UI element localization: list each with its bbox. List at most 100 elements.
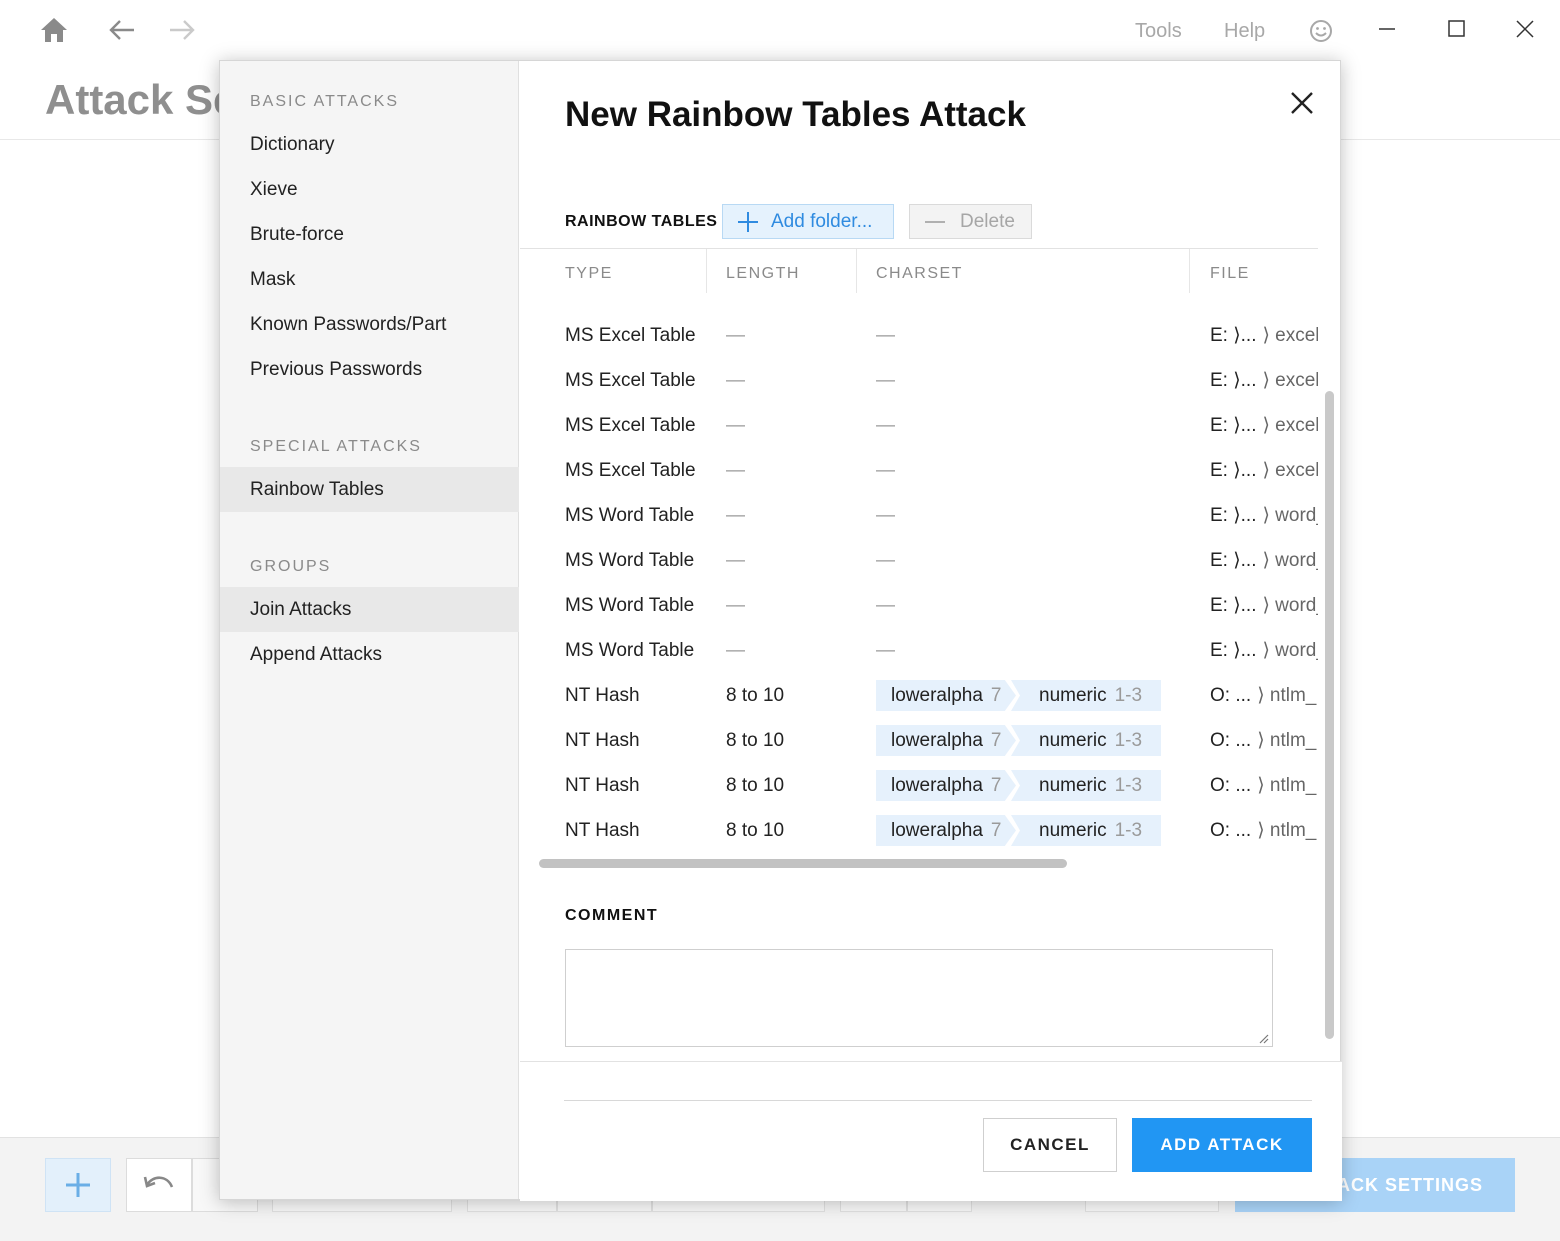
column-header-charset[interactable]: CHARSET (876, 265, 963, 283)
cell-file: O: ... ⟩ ntlm_ (1210, 763, 1318, 808)
cell-length: — (726, 639, 745, 661)
charset-count: 7 (990, 819, 1002, 841)
cell-length: 8 to 10 (726, 729, 785, 751)
sidebar-item-brute-force[interactable]: Brute-force (220, 212, 519, 257)
column-header-type[interactable]: TYPE (565, 265, 613, 283)
cell-type: NT Hash (565, 684, 640, 706)
cell-type: MS Word Table (565, 549, 695, 571)
file-name: ⟩ word_ (1262, 595, 1318, 616)
file-drive: E: ⟩... (1210, 460, 1257, 481)
sidebar-item-mask[interactable]: Mask (220, 257, 519, 302)
sidebar-item-dictionary[interactable]: Dictionary (220, 122, 519, 167)
charset-chip: loweralpha 7 (876, 725, 1016, 756)
delete-button[interactable]: Delete (909, 204, 1032, 239)
menu-tools[interactable]: Tools (1135, 20, 1182, 43)
file-drive: O: ... (1210, 684, 1252, 706)
add-folder-button[interactable]: Add folder... (722, 204, 894, 239)
charset-name: loweralpha (891, 729, 983, 751)
window-close-icon[interactable] (1510, 14, 1540, 44)
charset-name: numeric (1039, 819, 1107, 841)
plus-icon (66, 1173, 90, 1197)
cell-length: 8 to 10 (726, 774, 785, 796)
add-attack-button[interactable]: ADD ATTACK (1132, 1118, 1312, 1172)
charset-chip: numeric 1-3 (1011, 815, 1161, 846)
smiley-icon[interactable] (1308, 18, 1334, 44)
cell-length: — (726, 414, 745, 436)
file-drive: E: ⟩... (1210, 595, 1257, 616)
sidebar-item-join-attacks[interactable]: Join Attacks (220, 587, 519, 632)
sidebar-item-xieve[interactable]: Xieve (220, 167, 519, 212)
column-divider[interactable] (1189, 249, 1190, 293)
table-row[interactable]: MS Word Table — — E: ⟩...⟩ word_ (520, 583, 1318, 628)
file-name: ⟩ ntlm_ (1257, 820, 1317, 841)
close-icon[interactable] (1284, 85, 1320, 121)
cell-file: O: ... ⟩ ntlm_ (1210, 808, 1318, 853)
cell-length: 8 to 10 (726, 819, 785, 841)
cell-type: MS Excel Table (565, 324, 696, 346)
table-row[interactable]: MS Excel Table — — E: ⟩...⟩ excel_ (520, 313, 1318, 358)
vertical-scrollbar[interactable] (1325, 391, 1334, 1039)
cell-file: E: ⟩...⟩ excel_ (1210, 358, 1318, 403)
add-folder-label: Add folder... (771, 210, 873, 232)
dialog-content: New Rainbow Tables Attack RAINBOW TABLES… (520, 61, 1342, 1201)
basic-attacks-heading: BASIC ATTACKS (250, 93, 399, 110)
cell-charset: — (876, 414, 895, 436)
plus-icon (738, 211, 758, 232)
arrow-left-icon[interactable] (104, 12, 140, 48)
table-row[interactable]: MS Excel Table — — E: ⟩...⟩ excel_ (520, 448, 1318, 493)
table-row[interactable]: NT Hash 8 to 10 loweralpha 7 numeric 1-3 O: ..… (520, 673, 1318, 718)
charset-count: 1-3 (1114, 729, 1143, 751)
file-drive: E: ⟩... (1210, 550, 1257, 571)
sidebar-item-rainbow-tables[interactable]: Rainbow Tables (220, 467, 519, 512)
undo-button[interactable] (126, 1158, 192, 1212)
menu-help[interactable]: Help (1224, 20, 1265, 43)
cell-file: E: ⟩...⟩ word_ (1210, 493, 1318, 538)
file-name: ⟩ excel_ (1262, 370, 1318, 391)
table-row[interactable]: NT Hash 8 to 10 loweralpha 7 numeric 1-3 O: ..… (520, 808, 1318, 853)
new-attack-dialog: BASIC ATTACKS Dictionary Xieve Brute-for… (219, 60, 1342, 1201)
cell-length: — (726, 549, 745, 571)
cell-file: E: ⟩...⟩ word_ (1210, 628, 1318, 673)
cell-charset: — (876, 324, 895, 346)
column-header-file[interactable]: FILE (1210, 265, 1250, 283)
cell-type: MS Excel Table (565, 369, 696, 391)
table-row[interactable]: MS Excel Table — — E: ⟩...⟩ excel_ (520, 358, 1318, 403)
file-drive: E: ⟩... (1210, 415, 1257, 436)
cell-file: O: ... ⟩ ntlm_ (1210, 673, 1318, 718)
maximize-icon[interactable] (1441, 14, 1471, 44)
table-row[interactable]: MS Word Table — — E: ⟩...⟩ word_ (520, 628, 1318, 673)
sidebar-item-known-passwords[interactable]: Known Passwords/Part (220, 302, 519, 347)
cell-file: E: ⟩...⟩ word_ (1210, 538, 1318, 583)
table-row[interactable]: NT Hash 8 to 10 loweralpha 7 numeric 1-3 O: ..… (520, 763, 1318, 808)
column-header-length[interactable]: LENGTH (726, 265, 800, 283)
sidebar-item-previous-passwords[interactable]: Previous Passwords (220, 347, 519, 392)
cell-charset: loweralpha 7 numeric 1-3 (876, 808, 1161, 853)
cell-length: — (726, 504, 745, 526)
home-icon[interactable] (36, 12, 72, 48)
cell-length: — (726, 324, 745, 346)
minimize-icon[interactable] (1372, 14, 1402, 44)
file-drive: E: ⟩... (1210, 325, 1257, 346)
table-row[interactable]: MS Excel Table — — E: ⟩...⟩ excel_ (520, 403, 1318, 448)
horizontal-scrollbar[interactable] (539, 859, 1067, 868)
cell-type: NT Hash (565, 819, 640, 841)
table-row[interactable]: NT Hash 8 to 10 loweralpha 7 numeric 1-3 O: ..… (520, 718, 1318, 763)
dialog-footer: CANCEL ADD ATTACK (520, 1061, 1342, 1201)
cell-type: MS Excel Table (565, 414, 696, 436)
resize-grip-icon[interactable] (1257, 1031, 1269, 1044)
comment-textarea[interactable] (565, 949, 1273, 1047)
cancel-button[interactable]: CANCEL (983, 1118, 1117, 1172)
sidebar-item-append-attacks[interactable]: Append Attacks (220, 632, 519, 677)
file-drive: E: ⟩... (1210, 505, 1257, 526)
table-row[interactable]: MS Word Table — — E: ⟩...⟩ word_ (520, 538, 1318, 583)
charset-name: loweralpha (891, 774, 983, 796)
cell-type: MS Word Table (565, 504, 695, 526)
table-row[interactable]: MS Word Table — — E: ⟩...⟩ word_ (520, 493, 1318, 538)
charset-count: 1-3 (1114, 819, 1143, 841)
file-name: ⟩ ntlm_ (1257, 685, 1317, 706)
column-divider[interactable] (706, 249, 707, 293)
column-divider[interactable] (856, 249, 857, 293)
arrow-right-icon[interactable] (164, 12, 200, 48)
add-button[interactable] (45, 1158, 111, 1212)
minus-icon (925, 220, 945, 223)
